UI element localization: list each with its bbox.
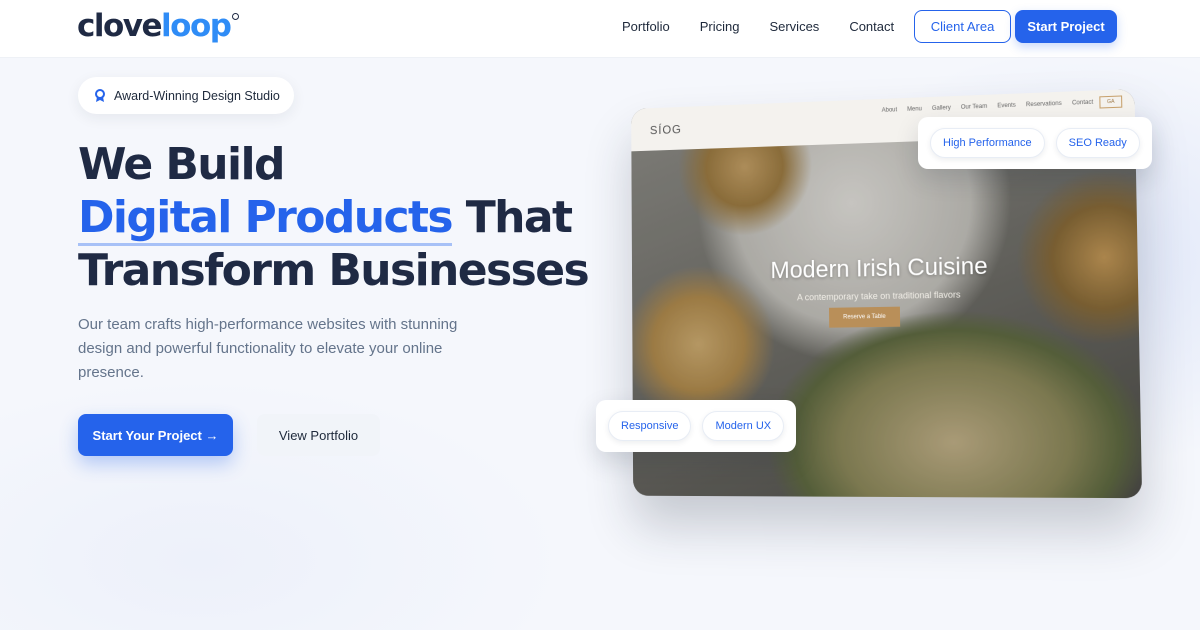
- award-badge: Award-Winning Design Studio: [78, 77, 294, 114]
- nav-link-portfolio[interactable]: Portfolio: [622, 19, 670, 35]
- hero-description: Our team crafts high-performance website…: [78, 316, 458, 381]
- mockup-reserve-button: Reserve a Table: [828, 306, 901, 328]
- logo-text-loop: loop: [161, 8, 232, 44]
- pill-high-performance: High Performance: [930, 128, 1045, 158]
- nav-links: Portfolio Pricing Services Contact: [622, 19, 924, 35]
- logo-text-clove: clove: [77, 8, 163, 44]
- logo-registered-dot: [232, 13, 240, 20]
- mockup-link-gallery: Gallery: [931, 105, 951, 112]
- brand-logo[interactable]: clove loop: [77, 8, 240, 44]
- mockup-link-about: About: [881, 107, 898, 114]
- pill-seo-ready: SEO Ready: [1055, 128, 1140, 158]
- feature-card-bottom: Responsive Modern UX: [596, 400, 797, 452]
- mockup-link-reservations: Reservations: [1025, 100, 1062, 109]
- mockup-link-our-team: Our Team: [960, 103, 988, 111]
- headline-accent: Digital Products: [78, 192, 454, 246]
- feature-card-top: High Performance SEO Ready: [918, 117, 1152, 169]
- headline-line1: We Build: [78, 139, 285, 190]
- pill-modern-ux: Modern UX: [702, 411, 785, 441]
- start-your-project-button[interactable]: Start Your Project →: [78, 414, 233, 456]
- award-icon: [95, 88, 105, 102]
- headline-line2-rest: That: [452, 192, 573, 243]
- headline-line3: Transform Businesses: [78, 245, 590, 296]
- nav-link-contact[interactable]: Contact: [849, 19, 894, 35]
- view-portfolio-button[interactable]: View Portfolio: [257, 414, 380, 456]
- mockup-link-events: Events: [997, 102, 1016, 110]
- mockup-link-menu: Menu: [907, 106, 922, 113]
- pill-responsive: Responsive: [608, 411, 692, 441]
- top-navigation: clove loop Portfolio Pricing Services Con…: [0, 0, 1200, 58]
- nav-link-pricing[interactable]: Pricing: [700, 19, 740, 35]
- mockup-link-contact: Contact: [1071, 99, 1094, 107]
- nav-link-services[interactable]: Services: [769, 19, 819, 35]
- start-project-button[interactable]: Start Project: [1015, 10, 1117, 43]
- client-area-button[interactable]: Client Area: [914, 10, 1011, 43]
- hero-headline: We Build Digital Products That Transform…: [78, 138, 598, 297]
- mockup-nav-links: About Menu Gallery Our Team Events Reser…: [882, 100, 1094, 114]
- mockup-logo: SÍOG: [649, 122, 682, 138]
- award-badge-label: Award-Winning Design Studio: [114, 88, 280, 103]
- mockup-language-toggle: GA: [1099, 95, 1123, 109]
